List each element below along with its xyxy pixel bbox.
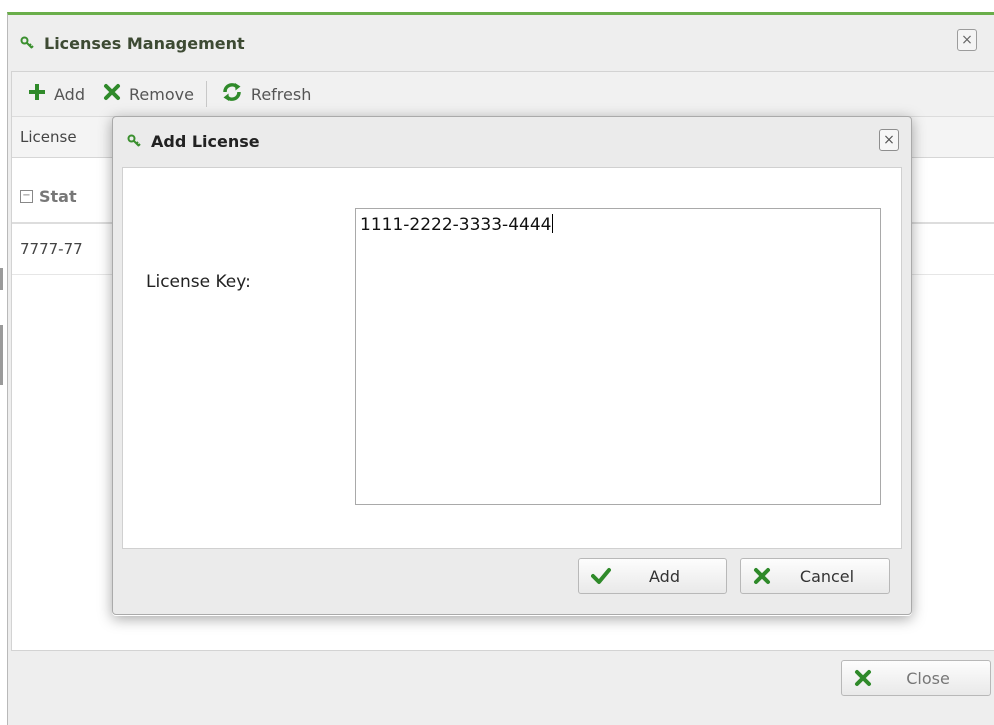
refresh-button[interactable]: Refresh: [221, 81, 311, 107]
x-icon: [103, 83, 121, 105]
add-license-dialog: Add License × License Key: 1111-2222-333…: [112, 116, 912, 615]
window-title-bar: Licenses Management: [8, 15, 994, 71]
add-button[interactable]: Add: [28, 83, 85, 105]
close-icon: ×: [883, 132, 895, 148]
license-cell: 7777-77: [20, 240, 83, 258]
collapse-icon[interactable]: −: [20, 189, 33, 203]
column-header-label: License: [20, 128, 77, 146]
window-footer: Close: [8, 652, 994, 722]
close-button[interactable]: Close: [841, 660, 991, 696]
license-key-label: License Key:: [146, 272, 251, 292]
dialog-add-button[interactable]: Add: [578, 558, 727, 594]
edge-tick: [0, 268, 3, 290]
dialog-add-label: Add: [649, 566, 680, 586]
close-label: Close: [906, 668, 950, 688]
group-label: Stat: [39, 186, 77, 206]
license-key-value: 1111-2222-3333-4444: [360, 215, 552, 235]
dialog-cancel-label: Cancel: [799, 566, 855, 586]
toolbar-separator: [205, 81, 207, 107]
key-icon: [20, 36, 36, 50]
add-label: Add: [54, 84, 85, 104]
dialog-title: Add License: [151, 131, 260, 151]
remove-button[interactable]: Remove: [103, 83, 194, 105]
left-edge-strip: [0, 0, 7, 706]
window-close-button[interactable]: ×: [957, 29, 977, 51]
toolbar: Add Remove Refresh: [12, 72, 994, 117]
dialog-title-bar[interactable]: Add License: [113, 117, 911, 165]
text-caret: [552, 214, 554, 233]
close-icon: ×: [961, 32, 973, 48]
dialog-close-button[interactable]: ×: [879, 129, 899, 151]
dialog-body: License Key: 1111-2222-3333-4444: [122, 167, 902, 549]
license-key-input[interactable]: 1111-2222-3333-4444: [355, 208, 881, 505]
dialog-cancel-button[interactable]: Cancel: [740, 558, 890, 594]
refresh-icon: [221, 81, 243, 107]
window-title: Licenses Management: [44, 33, 245, 53]
edge-tick: [0, 325, 3, 385]
key-icon: [127, 134, 143, 148]
refresh-label: Refresh: [250, 84, 312, 104]
plus-icon: [28, 83, 46, 105]
remove-label: Remove: [128, 84, 194, 104]
